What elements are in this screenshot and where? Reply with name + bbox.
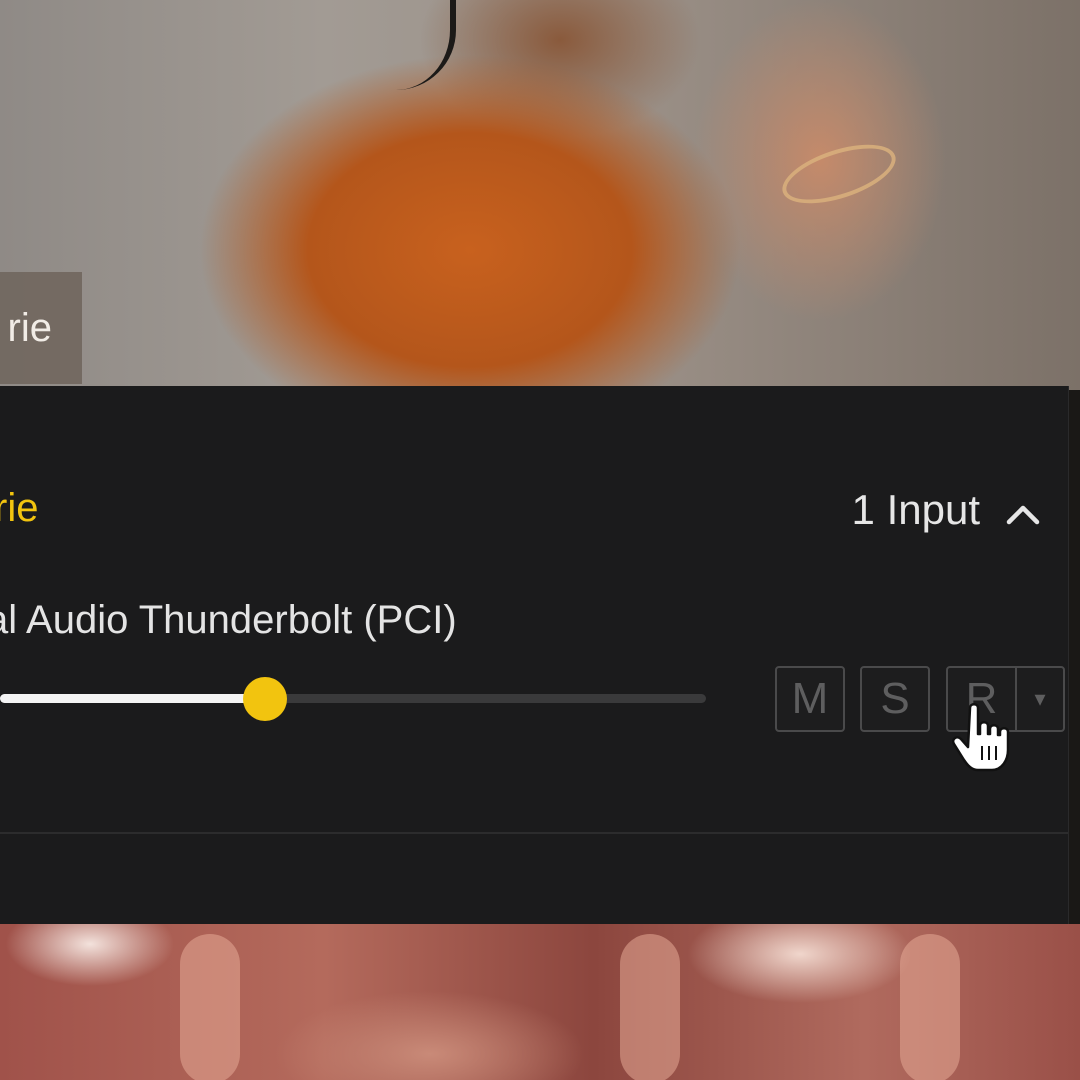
headphone-cable [380,0,456,90]
panel-divider [0,832,1068,834]
video-feed-top: rie [0,0,1080,390]
volume-slider[interactable] [0,676,706,722]
input-mixer-panel [0,386,1069,924]
audio-device-label: al Audio Thunderbolt (PCI) [0,598,457,642]
record-options-dropdown[interactable]: ▾ [1015,666,1065,732]
hand-pointer-icon [952,702,1012,774]
track-name: rie [0,482,38,534]
participant-name-tag: rie [0,272,82,384]
mute-button[interactable]: M [775,666,845,732]
track-name-label: rie [0,486,39,530]
audio-device-name: al Audio Thunderbolt (PCI) [0,594,457,646]
volume-slider-fill [0,694,265,703]
video-hand [900,934,960,1080]
input-count-toggle[interactable]: 1 Input [852,484,1040,536]
video-hand [620,934,680,1080]
video-feed-bottom [0,924,1080,1080]
volume-slider-thumb[interactable] [243,677,287,721]
chevron-up-icon [1006,493,1040,527]
input-count-label: 1 Input [851,486,980,533]
participant-name-label: rie [7,306,52,350]
solo-button[interactable]: S [860,666,930,732]
bracelet [775,132,903,216]
video-hand [180,934,240,1080]
app-stage: rie rie 1 Input al Audio Thunderbolt (PC… [0,0,1080,1080]
